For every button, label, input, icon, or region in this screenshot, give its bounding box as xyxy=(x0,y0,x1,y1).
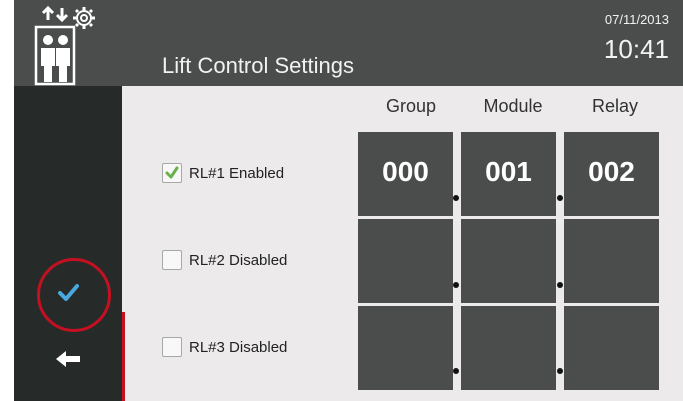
relay-1-toggle[interactable]: RL#1 Enabled xyxy=(162,160,284,186)
relay-3-toggle[interactable]: RL#3 Disabled xyxy=(162,334,287,360)
header-bar: Lift Control Settings 07/11/2013 10:41 xyxy=(14,0,683,86)
relay-3-relay-field[interactable] xyxy=(564,306,659,390)
relay-2-relay-field[interactable] xyxy=(564,219,659,303)
relay-3-checkbox[interactable] xyxy=(162,337,182,357)
lift-control-screen: Lift Control Settings 07/11/2013 10:41 G… xyxy=(14,0,683,401)
relay-2-label: RL#2 Disabled xyxy=(189,251,288,269)
back-arrow-icon xyxy=(56,351,80,367)
checkbox-check-icon xyxy=(165,166,179,179)
relay-2-module-field[interactable] xyxy=(461,219,556,303)
relay-3-label: RL#3 Disabled xyxy=(189,338,288,356)
relay-3-module-field[interactable] xyxy=(461,306,556,390)
lift-settings-icon xyxy=(34,5,95,86)
relay-2-checkbox[interactable] xyxy=(162,250,182,270)
relay-2-group-field[interactable] xyxy=(358,219,453,303)
separator-dot xyxy=(557,195,563,201)
time-display: 10:41 xyxy=(603,34,669,64)
relay-1-label: RL#1 Enabled xyxy=(189,164,285,182)
relay-3-group-field[interactable] xyxy=(358,306,453,390)
annotation-circle xyxy=(37,258,111,332)
column-header-group: Group xyxy=(385,96,437,116)
column-header-relay: Relay xyxy=(591,96,639,116)
separator-dot xyxy=(557,282,563,288)
relay-1-relay-field[interactable]: 002 xyxy=(564,132,659,216)
back-button[interactable] xyxy=(50,344,86,374)
separator-dot xyxy=(453,282,459,288)
page-title: Lift Control Settings xyxy=(162,53,354,78)
relay-1-checkbox[interactable] xyxy=(162,163,182,183)
annotation-callout-line xyxy=(122,312,125,401)
column-header-module: Module xyxy=(483,96,543,116)
date-display: 07/11/2013 xyxy=(604,12,669,27)
relay-2-toggle[interactable]: RL#2 Disabled xyxy=(162,247,287,273)
separator-dot xyxy=(453,195,459,201)
sidebar xyxy=(14,86,122,401)
relay-1-module-field[interactable]: 001 xyxy=(461,132,556,216)
separator-dot xyxy=(453,368,459,374)
relay-1-group-field[interactable]: 000 xyxy=(358,132,453,216)
separator-dot xyxy=(557,368,563,374)
